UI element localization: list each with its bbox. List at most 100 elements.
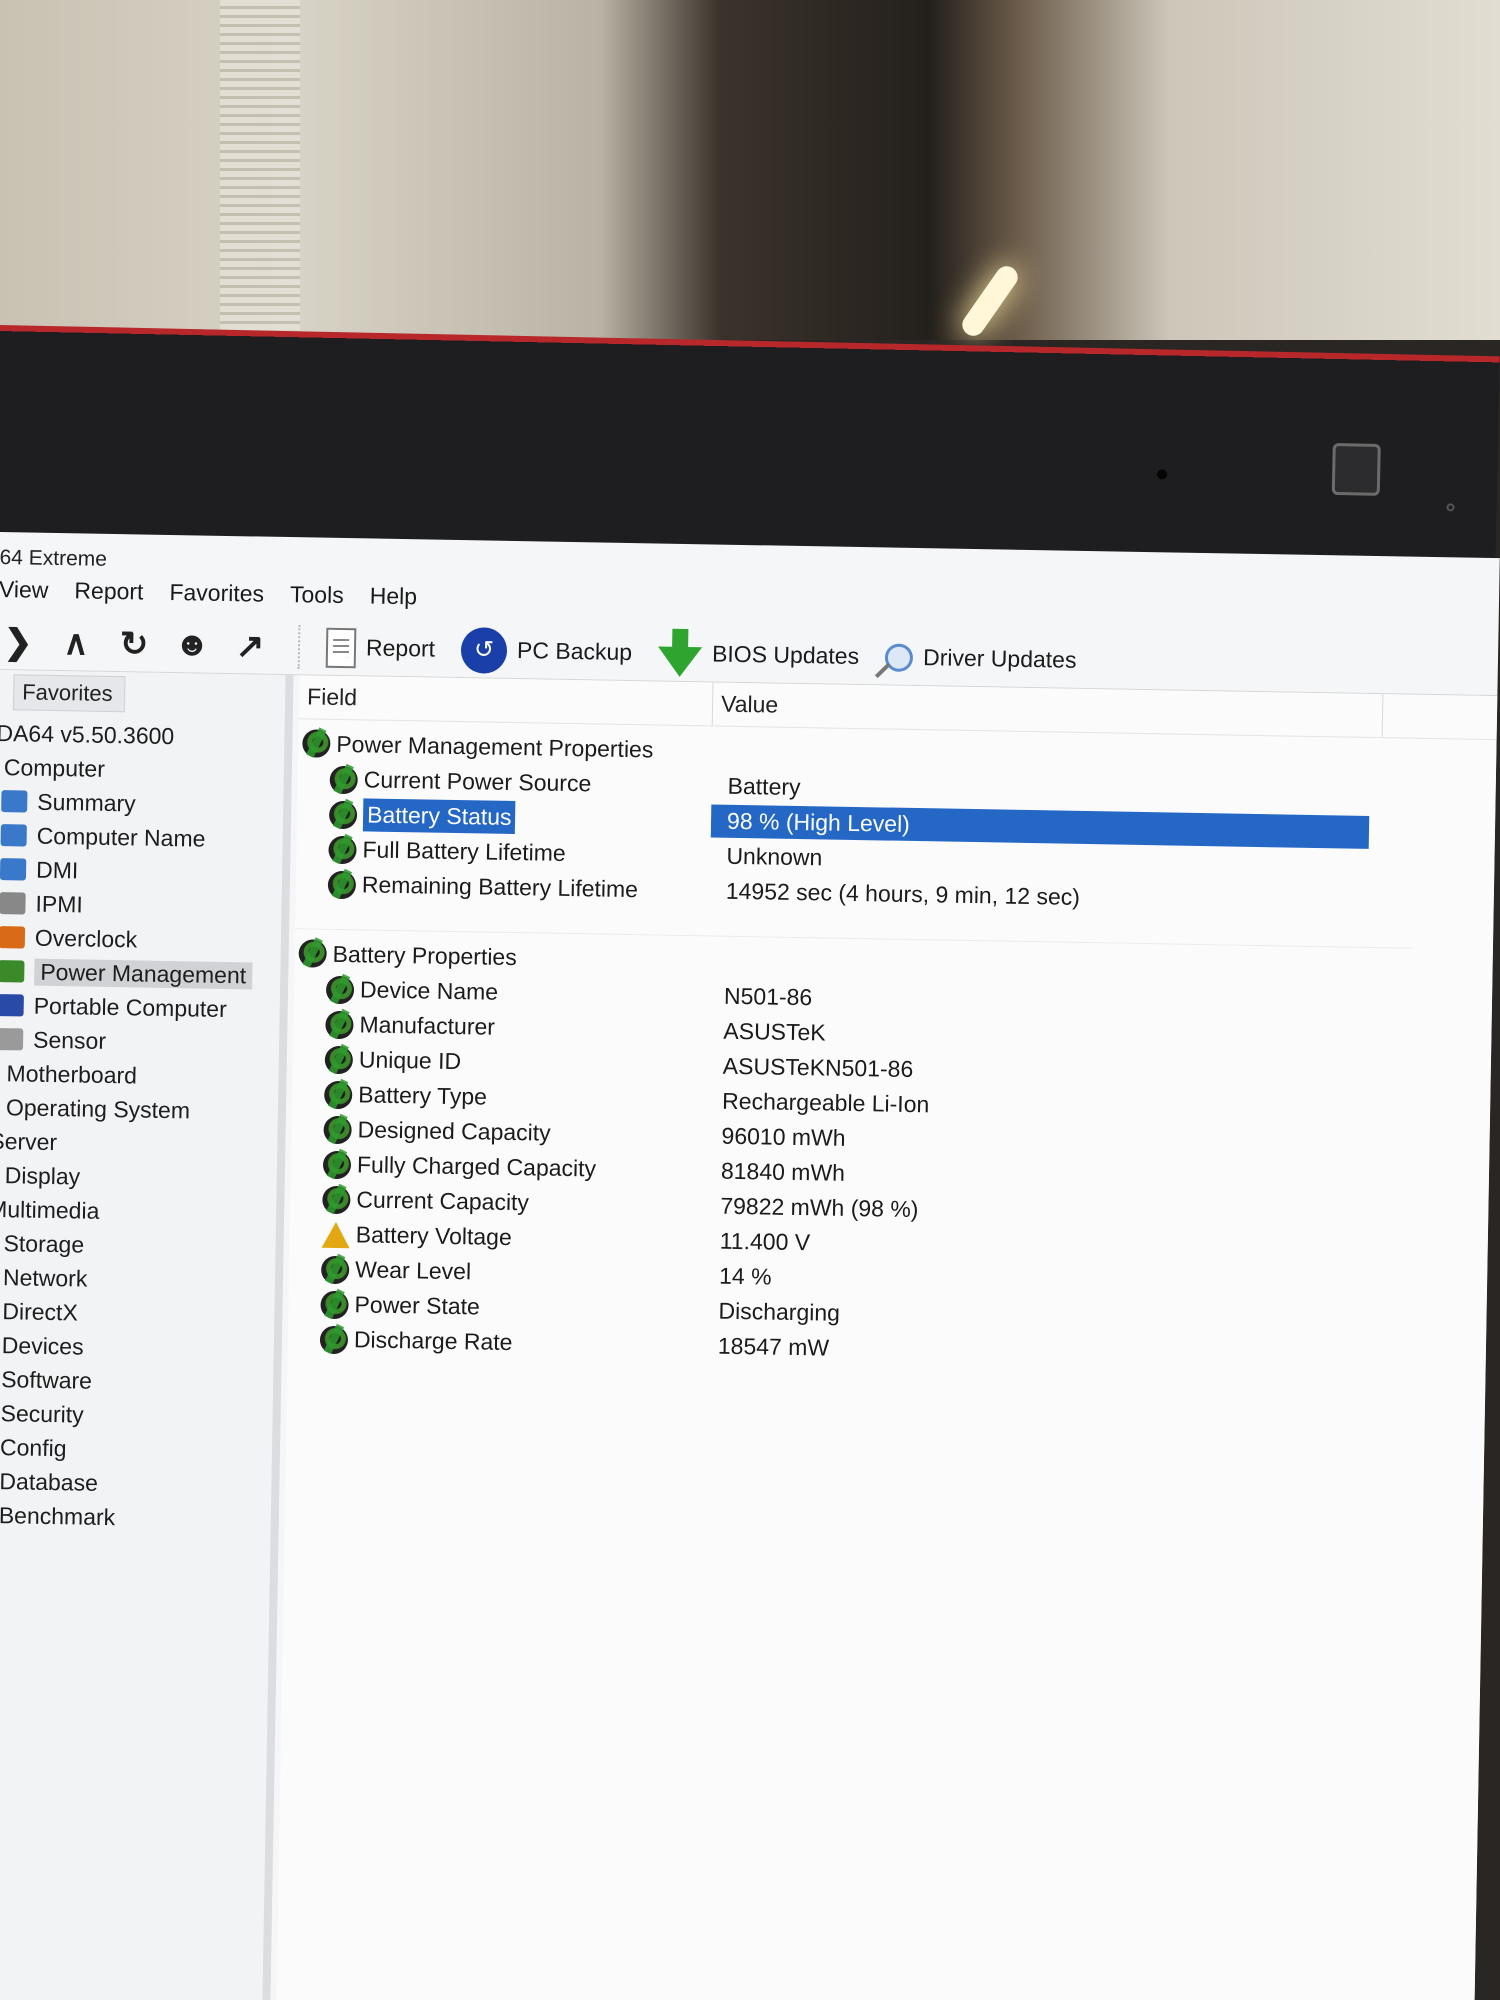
forward-icon[interactable]: ❯ <box>0 621 38 662</box>
tree-root[interactable]: DA64 v5.50.3600 <box>0 716 285 755</box>
sidebar-item-label: Security <box>0 1399 84 1428</box>
magnifier-icon <box>884 642 914 672</box>
sidebar-item[interactable]: DirectX <box>0 1294 275 1333</box>
sidebar-item[interactable]: Summary <box>0 784 284 823</box>
field-cell: Discharge Rate <box>288 1325 702 1360</box>
camera-led-icon <box>1446 503 1455 512</box>
sidebar-item[interactable]: Motherboard <box>0 1056 279 1095</box>
field-label: Remaining Battery Lifetime <box>361 871 639 903</box>
sidebar-item[interactable]: Storage <box>0 1226 276 1265</box>
bios-updates-button[interactable]: BIOS Updates <box>657 638 860 677</box>
field-label: Manufacturer <box>359 1011 496 1040</box>
sidebar-item-label: DMI <box>35 856 79 883</box>
power-icon <box>322 1150 352 1179</box>
sidebar-item[interactable]: Network <box>0 1260 275 1299</box>
menu-view[interactable]: View <box>0 576 49 615</box>
field-label: Device Name <box>359 976 499 1005</box>
refresh-icon[interactable]: ↻ <box>114 624 155 665</box>
sidebar-item[interactable]: Config <box>0 1430 272 1469</box>
field-label: Wear Level <box>354 1256 472 1285</box>
power-icon <box>323 1080 353 1109</box>
flame-icon <box>0 926 26 949</box>
up-icon[interactable]: ∧ <box>56 622 97 663</box>
sidebar-item[interactable]: Devices <box>0 1328 274 1367</box>
field-label: Battery Type <box>358 1081 488 1110</box>
power-icon <box>323 1115 352 1144</box>
sidebar-item-label: Motherboard <box>6 1059 138 1088</box>
sidebar-item[interactable]: Overclock <box>0 920 281 959</box>
warning-icon <box>321 1221 351 1248</box>
sidebar-item[interactable]: IPMI <box>0 886 282 925</box>
pc-backup-button[interactable]: ↺ PC Backup <box>460 626 633 676</box>
main-area: Favorites DA64 v5.50.3600 Computer Summar… <box>0 669 1498 2000</box>
field-label: Full Battery Lifetime <box>362 836 566 866</box>
menu-report[interactable]: Report <box>74 577 143 616</box>
tab-favorites[interactable]: Favorites <box>12 674 126 713</box>
menu-favorites[interactable]: Favorites <box>169 579 264 619</box>
sidebar-item-label: Portable Computer <box>33 992 227 1022</box>
field-cell: Power State <box>288 1290 702 1325</box>
sidebar-item[interactable]: Computer Name <box>0 818 283 857</box>
property-list: Power Management Properties Current Power… <box>288 725 1497 1377</box>
sidebar-item-label: IPMI <box>35 890 84 917</box>
field-cell: Manufacturer <box>293 1010 707 1045</box>
sensor-icon <box>0 1028 24 1051</box>
power-icon <box>320 1290 349 1319</box>
sidebar-item[interactable]: Benchmark <box>0 1498 271 1537</box>
sidebar-item[interactable]: Sensor <box>0 1022 279 1061</box>
sidebar-item[interactable]: Server <box>0 1124 278 1163</box>
menu-help[interactable]: Help <box>369 582 418 621</box>
window-blind <box>220 0 300 330</box>
driver-updates-button[interactable]: Driver Updates <box>884 642 1077 674</box>
monitor-icon <box>1 790 28 813</box>
field-cell: Fully Charged Capacity <box>291 1150 705 1185</box>
sidebar-item-label: Computer <box>3 753 106 782</box>
sidebar-item[interactable]: Portable Computer <box>0 988 280 1027</box>
power-icon <box>302 729 331 758</box>
sidebar-item-label: Sensor <box>32 1026 107 1054</box>
bios-updates-button-label: BIOS Updates <box>711 640 860 670</box>
chart-icon[interactable]: ↗ <box>230 626 271 667</box>
backup-icon: ↺ <box>460 626 508 674</box>
sidebar-item-label: Display <box>4 1161 81 1189</box>
sidebar-item[interactable]: DMI <box>0 852 282 891</box>
field-label: Discharge Rate <box>353 1326 513 1356</box>
power-icon <box>298 939 327 968</box>
menu-tools[interactable]: Tools <box>290 581 344 620</box>
field-label: Battery Status <box>362 798 516 835</box>
navigation-tree: DA64 v5.50.3600 Computer Summary Computer … <box>0 716 285 1537</box>
sidebar-item-label: Benchmark <box>0 1501 116 1530</box>
room-background <box>0 0 1500 341</box>
field-cell: Current Capacity <box>290 1185 704 1220</box>
sidebar-item[interactable]: Computer <box>0 750 284 789</box>
photo-scene: 64 Extreme View Report Favorites Tools H… <box>0 0 1500 2000</box>
sidebar-item-label: Devices <box>1 1331 84 1360</box>
power-icon <box>328 800 358 829</box>
field-label: Unique ID <box>358 1046 462 1075</box>
column-field[interactable]: Field <box>298 675 714 726</box>
monitor-icon <box>0 824 27 847</box>
sidebar-item[interactable]: Power Management <box>0 954 281 993</box>
sidebar-item-label: Storage <box>3 1229 85 1258</box>
sidebar-item[interactable]: Display <box>0 1158 277 1197</box>
sidebar-item[interactable]: Database <box>0 1464 272 1503</box>
sidebar-item[interactable]: Multimedia <box>0 1192 276 1231</box>
download-arrow-icon <box>657 646 703 677</box>
sidebar-item-label: Software <box>0 1365 93 1394</box>
sidebar-item[interactable]: Operating System <box>0 1090 278 1129</box>
field-cell: Device Name <box>294 975 708 1010</box>
sidebar-item[interactable]: Software <box>0 1362 273 1401</box>
sidebar-item[interactable]: Security <box>0 1396 273 1435</box>
webcam-icon <box>1331 442 1381 496</box>
server-icon <box>0 892 26 915</box>
sidebar-item-label: Summary <box>37 788 136 816</box>
report-button-label: Report <box>365 634 436 662</box>
field-label: Power State <box>354 1291 481 1320</box>
field-label: Current Capacity <box>356 1186 530 1216</box>
group-title: Battery Properties <box>332 940 517 970</box>
field-label: Designed Capacity <box>357 1116 551 1146</box>
users-icon[interactable]: ☻ <box>172 625 213 665</box>
field-cell: Unique ID <box>293 1045 707 1080</box>
sidebar-item-label: Network <box>2 1263 88 1292</box>
report-button[interactable]: Report <box>325 627 436 669</box>
